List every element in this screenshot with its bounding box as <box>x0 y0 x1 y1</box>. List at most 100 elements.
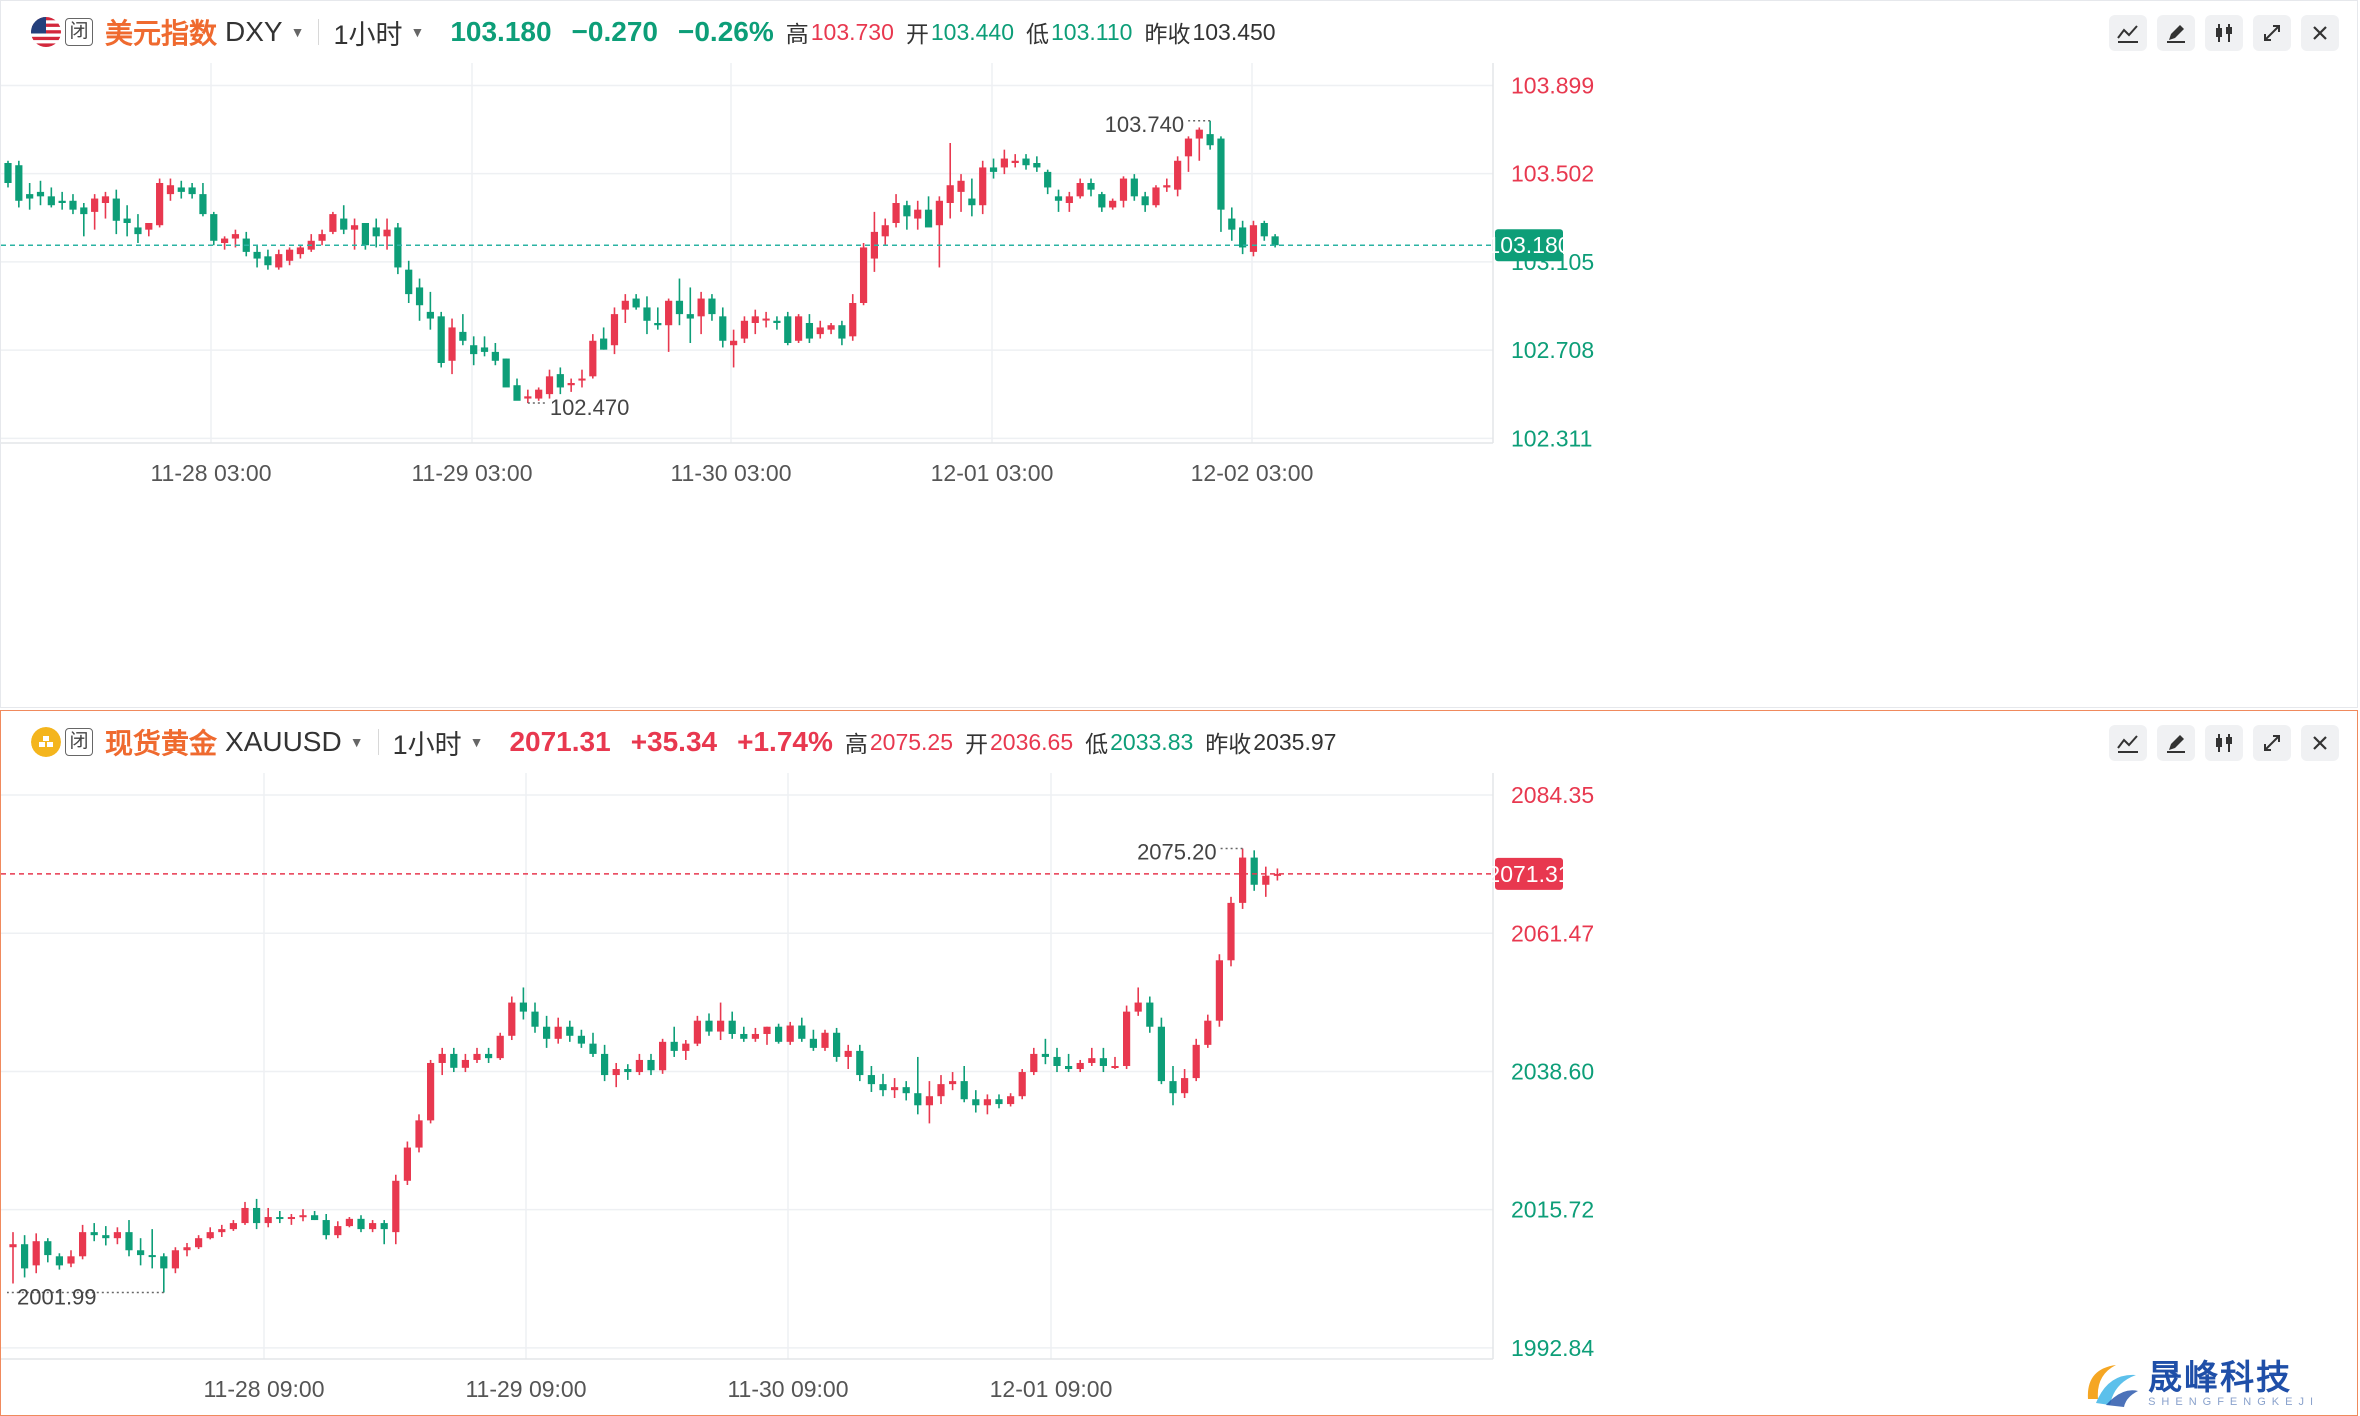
indicator-button[interactable] <box>2109 725 2147 761</box>
candle-body <box>67 1256 75 1264</box>
candle-body <box>392 1180 400 1233</box>
candle <box>968 178 976 217</box>
candle-body <box>380 1223 388 1230</box>
candle-body <box>1053 1056 1061 1066</box>
candle-body <box>394 227 402 268</box>
candle-body <box>415 287 424 306</box>
candle-body <box>1271 236 1279 246</box>
instrument-code[interactable]: XAUUSD <box>225 726 342 758</box>
candlestick-icon <box>2216 734 2232 752</box>
y-tick-label: 102.708 <box>1511 337 1594 363</box>
expand-button[interactable] <box>2253 725 2291 761</box>
candle <box>79 1224 87 1260</box>
x-tick-label: 12-01 03:00 <box>931 460 1054 486</box>
candle <box>719 307 727 348</box>
candle <box>177 180 185 199</box>
candle-body <box>1217 138 1225 210</box>
candle <box>32 1233 40 1274</box>
candle <box>902 1081 910 1101</box>
expand-button[interactable] <box>2253 15 2291 51</box>
candle-body <box>751 316 759 323</box>
candle-body <box>968 198 976 206</box>
chevron-down-icon[interactable]: ▼ <box>291 24 305 40</box>
candle-body <box>1250 857 1258 885</box>
candle-body <box>372 227 380 237</box>
low-annotation: 102.470 <box>550 395 630 420</box>
candle-body <box>670 1041 678 1051</box>
candle-body <box>610 314 619 346</box>
candle <box>1250 850 1258 891</box>
candle <box>949 1072 957 1091</box>
candle-body <box>329 214 337 232</box>
candle <box>1262 866 1270 897</box>
candle-body <box>253 1207 261 1224</box>
candle-body <box>914 209 922 219</box>
candle <box>556 367 564 395</box>
candle-body <box>340 218 348 230</box>
chart-type-button[interactable] <box>2205 15 2243 51</box>
candle-body <box>740 320 749 339</box>
candle-body <box>892 203 900 223</box>
candle <box>924 196 933 228</box>
candle <box>340 205 348 235</box>
x-tick-label: 11-29 09:00 <box>465 1376 586 1402</box>
instrument-name[interactable]: 现货黄金 <box>105 722 217 762</box>
candle <box>784 311 792 346</box>
candle-body <box>960 1081 968 1100</box>
us-flag-icon <box>31 17 61 47</box>
candle <box>188 183 196 199</box>
candle <box>101 191 110 219</box>
chevron-down-icon[interactable]: ▼ <box>470 734 484 750</box>
low-annotation: 2001.99 <box>17 1285 97 1310</box>
draw-button[interactable] <box>2157 15 2195 51</box>
candle-body <box>4 163 12 183</box>
candle <box>210 211 218 246</box>
candle <box>762 311 770 328</box>
chevron-down-icon[interactable]: ▼ <box>410 24 424 40</box>
interval-select[interactable]: 1小时 <box>333 13 402 52</box>
candle <box>1011 154 1019 168</box>
candle-body <box>946 185 954 203</box>
instrument-code[interactable]: DXY <box>225 16 283 48</box>
pencil-icon <box>2167 735 2185 753</box>
close-button[interactable] <box>2301 15 2339 51</box>
candle <box>798 1017 806 1042</box>
x-tick-label: 11-28 09:00 <box>203 1376 324 1402</box>
candle-body <box>647 1059 655 1071</box>
chart-type-button[interactable] <box>2205 725 2243 761</box>
divider <box>318 19 320 45</box>
candle <box>892 194 900 228</box>
candle-body <box>632 298 640 308</box>
draw-button[interactable] <box>2157 725 2195 761</box>
candle <box>1022 154 1030 170</box>
candle-body <box>1181 1078 1189 1094</box>
candle <box>403 1141 411 1186</box>
candle-body <box>577 1035 585 1044</box>
candle <box>461 1053 469 1073</box>
candle <box>134 214 142 243</box>
chevron-down-icon[interactable]: ▼ <box>350 734 364 750</box>
interval-select[interactable]: 1小时 <box>393 723 462 762</box>
close-button[interactable] <box>2301 725 2339 761</box>
x-tick-label: 11-29 03:00 <box>411 460 532 486</box>
candle <box>372 218 380 248</box>
instrument-name[interactable]: 美元指数 <box>105 12 217 52</box>
gold-header: 闭 现货黄金 XAUUSD ▼ 1小时 ▼ 2071.31 +35.34 +1.… <box>1 711 2237 773</box>
candle <box>1163 178 1171 192</box>
high-annotation: 2075.20 <box>1137 840 1217 865</box>
candle <box>870 211 878 272</box>
last-price: 2071.31 <box>509 726 611 757</box>
candle <box>15 160 23 208</box>
candle <box>166 178 175 201</box>
candle-body <box>450 1053 458 1068</box>
candle <box>55 1253 63 1270</box>
candle-body <box>983 1099 991 1106</box>
candle-body <box>1054 196 1063 201</box>
candle-body <box>296 247 305 255</box>
candle <box>160 1253 168 1293</box>
indicator-button[interactable] <box>2109 15 2147 51</box>
high-label: 高 <box>785 21 809 47</box>
candle-body <box>470 345 478 355</box>
indicator-icon <box>2117 735 2138 753</box>
candle <box>415 278 424 321</box>
